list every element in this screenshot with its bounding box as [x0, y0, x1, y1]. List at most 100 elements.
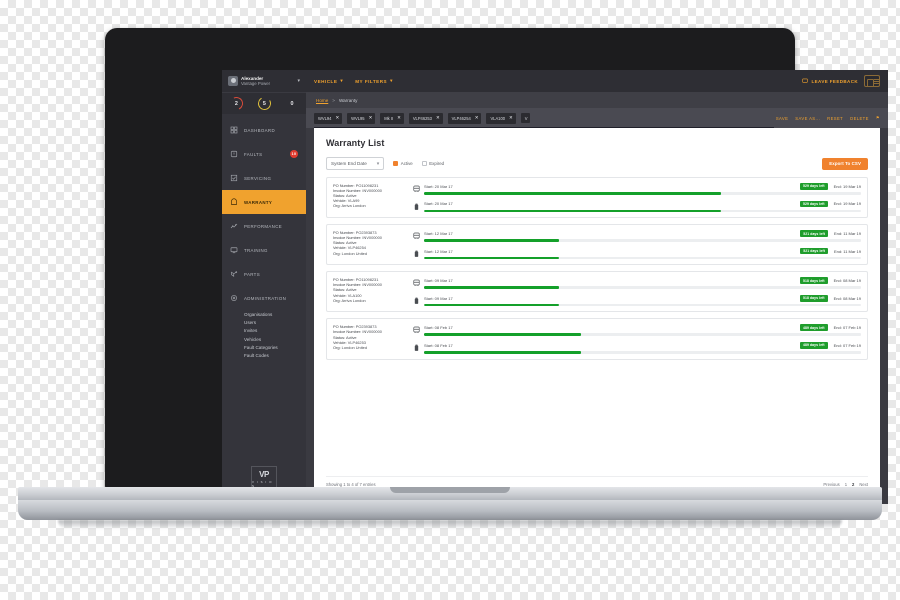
leave-feedback-button[interactable]: LEAVE FEEDBACK [802, 78, 858, 85]
warranty-list: PO Number: PO11098231 Invoice Number: IN… [326, 177, 868, 360]
end-date: End: 11 Mar 19 [833, 248, 861, 254]
filter-chip[interactable]: WVL95 ✕ [347, 112, 376, 124]
filter-chip-label: V [524, 115, 528, 121]
filter-chip[interactable]: Mk II ✕ [380, 112, 404, 124]
reset-button[interactable]: RESET [827, 116, 843, 121]
end-date: End: 19 Mar 19 [833, 201, 861, 207]
gauge-critical[interactable]: 2 [227, 95, 245, 112]
bar-labels: Start: 09 Mar 17 518 days left End: 08 M… [424, 294, 861, 302]
end-date: End: 19 Mar 19 [833, 183, 861, 189]
org-value: Arriva London [341, 203, 366, 209]
days-left-badge: 489 days left [799, 341, 828, 349]
breadcrumb-home[interactable]: Home [316, 98, 328, 103]
start-date: Start: 09 Mar 17 [424, 278, 453, 284]
subnav-item-vehicles[interactable]: Vehicles [244, 337, 306, 342]
gauge-warning-value: 5 [262, 100, 266, 107]
start-date: Start: 09 Mar 17 [424, 295, 453, 301]
sidebar-item-training[interactable]: TRAINING [222, 238, 306, 262]
days-left-badge: 529 days left [799, 200, 828, 208]
bus-icon [413, 185, 420, 193]
flag-icon[interactable]: ⚑ [876, 115, 880, 120]
save-as-button[interactable]: SAVE AS... [795, 116, 820, 121]
org-value: Arriva London [341, 297, 366, 303]
save-button[interactable]: SAVE [776, 116, 788, 121]
close-icon[interactable]: ✕ [436, 115, 440, 121]
checkbox-expired[interactable] [421, 161, 427, 166]
menu-vehicle[interactable]: VEHICLE ▾ [314, 78, 343, 84]
warranty-row[interactable]: PO Number: PO11098231 Invoice Number: IN… [326, 177, 868, 219]
warranty-row[interactable]: PO Number: PO11098231 Invoice Number: IN… [326, 271, 868, 313]
sort-select[interactable]: System End Date ▾ [326, 157, 385, 170]
laptop-screen: Alexander Vantage Power ▾ 2 5 0 DASHBOAR… [222, 70, 888, 504]
filter-chip[interactable]: VLP46254 ✕ [447, 112, 482, 124]
delete-button[interactable]: DELETE [850, 116, 869, 121]
filter-chip[interactable]: WVL94 ✕ [314, 112, 343, 124]
subnav-item-fault-codes[interactable]: Fault Codes [244, 353, 306, 358]
subnav-item-fault-categories[interactable]: Fault Categories [244, 345, 306, 350]
progress-fill [424, 333, 582, 336]
checkbox-active[interactable] [393, 161, 399, 166]
filter-chip[interactable]: VLA100 ✕ [486, 112, 516, 124]
performance-icon [230, 222, 238, 230]
export-csv-button[interactable]: Export To CSV [822, 157, 868, 170]
warranty-bars: Start: 20 Mar 17 529 days left End: 19 M… [413, 183, 861, 213]
warranty-bar: Start: 12 Mar 17 521 days left End: 11 M… [413, 230, 861, 242]
progress-track [424, 209, 861, 213]
close-icon[interactable]: ✕ [335, 115, 339, 121]
faults-icon [230, 150, 238, 158]
gauge-warning[interactable]: 5 [256, 95, 272, 112]
sidebar-item-faults[interactable]: FAULTS 10 [222, 142, 306, 166]
battery-icon [413, 203, 420, 211]
progress-track [424, 286, 861, 289]
user-menu[interactable]: Alexander Vantage Power ▾ [222, 70, 306, 92]
org-value: London United [341, 344, 367, 350]
menu-my-filters[interactable]: MY FILTERS ▾ [355, 78, 393, 84]
start-date: Start: 08 Feb 17 [424, 325, 453, 331]
bar-labels: Start: 08 Feb 17 489 days left End: 07 F… [424, 324, 861, 332]
laptop-shadow [58, 520, 842, 529]
filter-chip-overflow[interactable]: V [520, 113, 531, 123]
id-card-icon[interactable] [864, 75, 880, 87]
sidebar-item-administration[interactable]: ADMINISTRATION [222, 286, 306, 310]
days-left-badge: 529 days left [799, 183, 828, 190]
dashboard-icon [230, 126, 238, 134]
battery-icon [413, 297, 420, 305]
laptop-lid: Alexander Vantage Power ▾ 2 5 0 DASHBOAR… [105, 28, 888, 504]
filter-chip[interactable]: VLP46253 ✕ [408, 112, 443, 124]
warranty-bars: Start: 12 Mar 17 521 days left End: 11 M… [413, 230, 861, 260]
warranty-bars: Start: 08 Feb 17 489 days left End: 07 F… [413, 324, 861, 354]
subnav-item-organisations[interactable]: Organisations [244, 312, 306, 317]
sort-select-value: System End Date [331, 161, 367, 166]
content-panel: Warranty List System End Date ▾ Active E… [314, 128, 880, 496]
warranty-row[interactable]: PO Number: PO2393873 Invoice Number: INV… [326, 224, 868, 266]
subnav-item-invites[interactable]: Invites [244, 328, 306, 333]
bar-labels: Start: 12 Mar 17 521 days left End: 11 M… [424, 247, 861, 255]
progress-track [424, 191, 861, 195]
org-label: Org: [333, 344, 341, 350]
sidebar-item-servicing[interactable]: SERVICING [222, 166, 306, 190]
sidebar-item-parts[interactable]: PARTS [222, 262, 306, 286]
sidebar-item-warranty[interactable]: WARRANTY [222, 190, 306, 214]
sidebar-item-dashboard[interactable]: DASHBOARD [222, 118, 306, 142]
sidebar-item-label: PARTS [244, 271, 260, 277]
close-icon[interactable]: ✕ [397, 115, 401, 121]
subnav-item-users[interactable]: Users [244, 320, 306, 325]
sidebar-item-performance[interactable]: PERFORMANCE [222, 214, 306, 238]
gauge-ok[interactable]: 0 [286, 97, 299, 110]
close-icon[interactable]: ✕ [509, 115, 513, 121]
end-date: End: 08 Mar 19 [833, 295, 861, 301]
warranty-row[interactable]: PO Number: PO2393873 Invoice Number: INV… [326, 318, 868, 360]
close-icon[interactable]: ✕ [369, 115, 373, 121]
progress-fill [424, 303, 560, 307]
breadcrumb: Home > Warranty [306, 92, 888, 108]
filter-expired[interactable]: Expired [421, 161, 444, 166]
sidebar-item-label: FAULTS [244, 151, 263, 157]
servicing-icon [230, 174, 238, 182]
filter-chip-label: WVL95 [351, 115, 365, 121]
filter-active[interactable]: Active [393, 161, 413, 166]
invoice-value: INV000000 [362, 188, 382, 194]
close-icon[interactable]: ✕ [475, 115, 479, 121]
parts-icon [230, 270, 238, 278]
bus-icon [413, 326, 420, 334]
chevron-down-icon[interactable]: ▾ [297, 78, 300, 84]
